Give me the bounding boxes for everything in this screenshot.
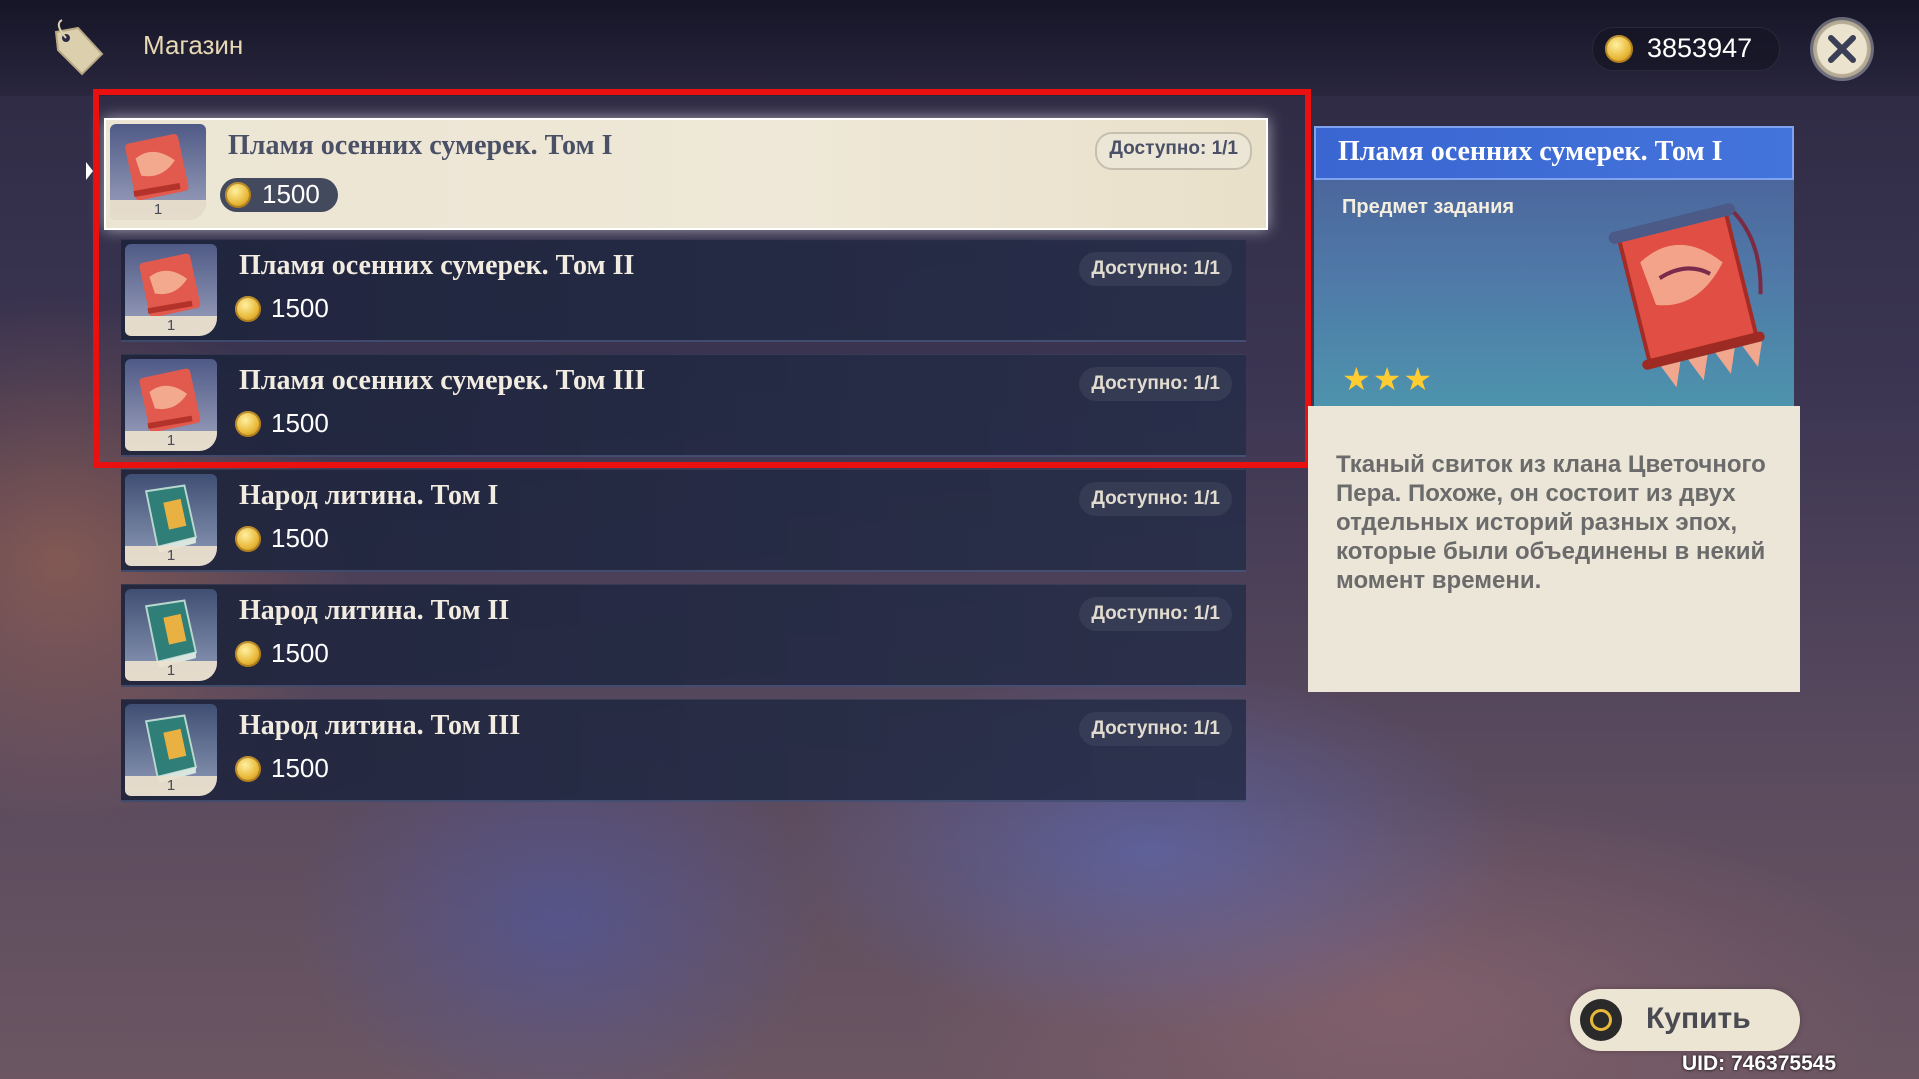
highlight-frame bbox=[93, 89, 1311, 468]
item-name: Народ литина. Том I bbox=[239, 480, 499, 511]
item-count: 1 bbox=[125, 661, 217, 681]
detail-title: Пламя осенних сумерек. Том I bbox=[1338, 136, 1723, 167]
player-uid: UID: 746375545 bbox=[1682, 1052, 1837, 1075]
close-button[interactable] bbox=[1813, 20, 1871, 78]
mora-coin-icon bbox=[235, 756, 261, 782]
availability-badge: Доступно: 1/1 bbox=[1079, 482, 1232, 516]
price-value: 1500 bbox=[271, 523, 329, 553]
item-description: Тканый свиток из клана Цветочного Пера. … bbox=[1336, 451, 1766, 594]
price-tag-icon bbox=[48, 18, 108, 78]
buy-button[interactable]: Купить bbox=[1570, 989, 1800, 1051]
currency-display: 3853947 bbox=[1592, 27, 1780, 71]
mora-coin-icon bbox=[1605, 35, 1633, 63]
shop-item[interactable]: 1 Народ литина. Том II 1500 Доступно: 1/… bbox=[121, 584, 1246, 687]
rarity-stars: ★★★ bbox=[1342, 360, 1435, 398]
book-icon: 1 bbox=[125, 589, 217, 681]
mora-coin-icon bbox=[235, 526, 261, 552]
page-title: Магазин bbox=[143, 30, 244, 60]
close-icon bbox=[1828, 35, 1856, 63]
book-icon: 1 bbox=[125, 704, 217, 796]
mora-coin-icon bbox=[235, 641, 261, 667]
top-bar: Магазин 3853947 bbox=[0, 0, 1919, 96]
detail-description-area: Тканый свиток из клана Цветочного Пера. … bbox=[1308, 406, 1800, 692]
item-detail-panel: Предмет задания ★★★ Пламя осенних сумере… bbox=[1308, 126, 1800, 692]
buy-button-label: Купить bbox=[1646, 1002, 1751, 1035]
selection-arrow-icon bbox=[86, 162, 93, 180]
shop-item[interactable]: 1 Народ литина. Том III 1500 Доступно: 1… bbox=[121, 699, 1246, 802]
item-count: 1 bbox=[125, 776, 217, 796]
price-value: 1500 bbox=[271, 638, 329, 668]
detail-title-bar: Пламя осенних сумерек. Том I bbox=[1314, 126, 1794, 180]
price-value: 1500 bbox=[271, 753, 329, 783]
item-count: 1 bbox=[125, 546, 217, 566]
currency-value: 3853947 bbox=[1647, 33, 1753, 63]
item-name: Народ литина. Том II bbox=[239, 595, 510, 626]
item-type: Предмет задания bbox=[1342, 196, 1515, 218]
confirm-circle-icon bbox=[1580, 999, 1622, 1041]
availability-badge: Доступно: 1/1 bbox=[1079, 712, 1232, 746]
book-icon: 1 bbox=[125, 474, 217, 566]
shop-item[interactable]: 1 Народ литина. Том I 1500 Доступно: 1/1 bbox=[121, 469, 1246, 572]
availability-badge: Доступно: 1/1 bbox=[1079, 597, 1232, 631]
item-name: Народ литина. Том III bbox=[239, 710, 521, 741]
scroll-icon bbox=[1596, 200, 1796, 404]
